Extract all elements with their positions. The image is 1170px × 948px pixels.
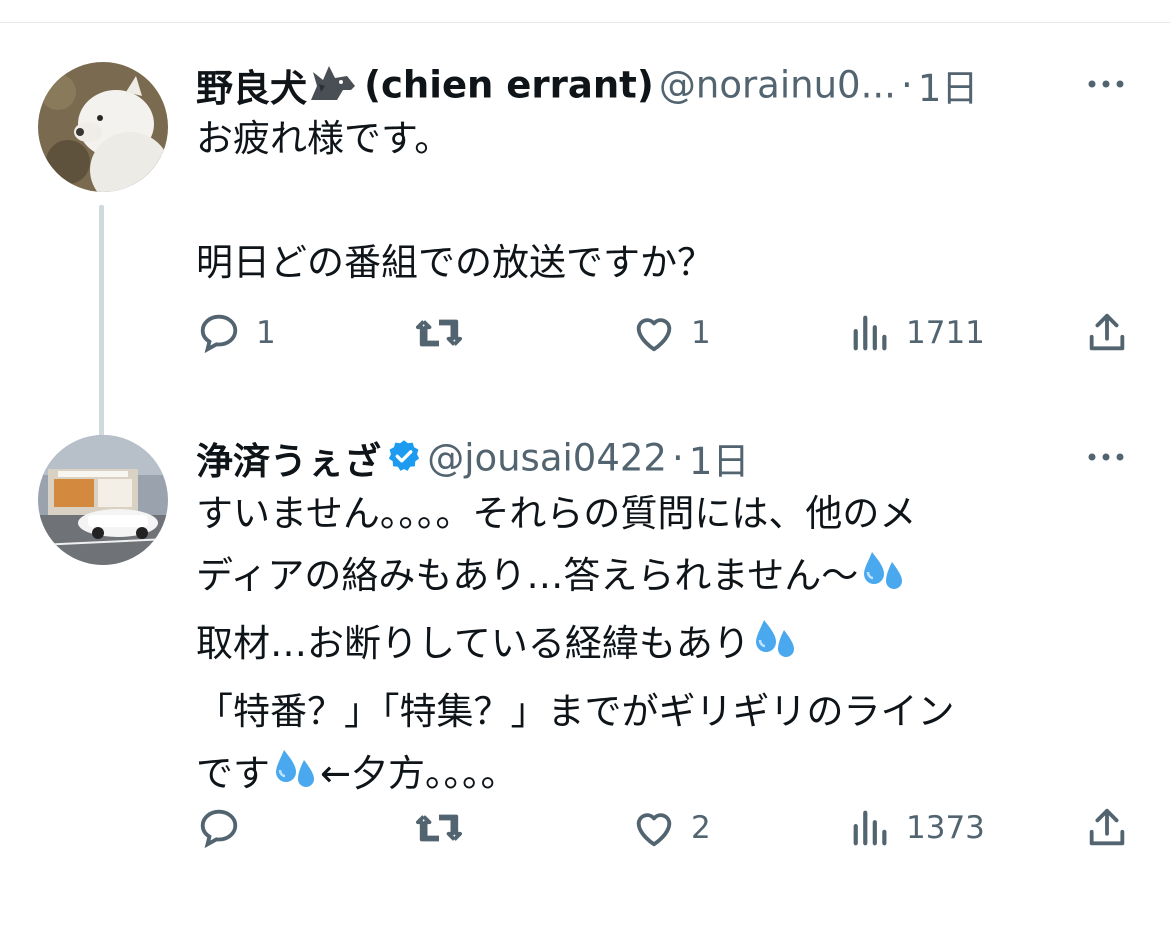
- reply-icon: [200, 314, 238, 354]
- views-button[interactable]: 1373: [850, 803, 985, 853]
- share-icon: [1089, 808, 1125, 846]
- views-count: 1711: [906, 315, 985, 351]
- tweet-text: すいません。。。。それらの質問には、他のメ ディアの絡みもあり…答えられません〜…: [196, 483, 1096, 811]
- share-button[interactable]: [1084, 803, 1130, 853]
- views-icon: [853, 810, 887, 846]
- separator-dot: ·: [900, 63, 913, 107]
- sweat-droplets-emoji-icon: [858, 548, 908, 613]
- retweet-button[interactable]: [414, 308, 478, 358]
- retweet-icon: [415, 814, 462, 842]
- share-button[interactable]: [1084, 308, 1130, 358]
- retweet-button[interactable]: [414, 803, 478, 853]
- reply-count: 1: [256, 315, 276, 351]
- timestamp[interactable]: 1日: [918, 67, 979, 110]
- user-handle[interactable]: @norainu0...: [659, 64, 896, 107]
- text-line: です: [196, 752, 270, 795]
- action-bar: 2 1373: [196, 803, 1130, 853]
- top-divider: [0, 22, 1170, 23]
- heart-icon: [636, 318, 672, 352]
- tweet-text: お疲れ様です。 明日どの番組での放送ですか？: [196, 117, 714, 284]
- avatar[interactable]: [38, 435, 168, 565]
- display-name-suffix: (chien errant): [364, 63, 654, 107]
- text-line: 「特番？」「特集？」までがギリギリのライン: [196, 690, 955, 733]
- like-count: 2: [691, 810, 711, 846]
- text-line: ←夕方。。。。: [320, 752, 518, 795]
- display-name[interactable]: 浄済うぇざ: [196, 440, 381, 483]
- like-button[interactable]: 2: [631, 803, 711, 853]
- sweat-droplets-emoji-icon: [270, 746, 320, 811]
- more-button[interactable]: [1082, 64, 1130, 104]
- wolf-emoji-icon: [307, 60, 359, 110]
- like-count: 1: [691, 315, 711, 351]
- tweet-header: 浄済うぇざ @jousai0422 · 1日: [196, 431, 1130, 491]
- text-line: ディアの絡みもあり…答えられません〜: [196, 554, 859, 597]
- verified-badge-icon: [386, 438, 422, 478]
- avatar[interactable]: [38, 62, 168, 192]
- reply-button[interactable]: [196, 803, 256, 853]
- tweet[interactable]: 野良犬 (chien errant) @norainu0... · 1日 お疲れ…: [0, 50, 1170, 473]
- tweet[interactable]: 浄済うぇざ @jousai0422 · 1日 すいません。。。。それらの質問には…: [0, 425, 1170, 925]
- views-icon: [853, 315, 887, 351]
- separator-dot: ·: [672, 436, 684, 480]
- text-line: 取材…お断りしている経緯もあり: [196, 622, 750, 665]
- share-icon: [1089, 313, 1125, 351]
- timestamp[interactable]: 1日: [689, 440, 750, 483]
- more-icon: [1088, 80, 1124, 88]
- retweet-icon: [415, 319, 462, 347]
- reply-icon: [200, 809, 238, 849]
- sweat-droplets-emoji-icon: [750, 616, 800, 681]
- reply-button[interactable]: 1: [196, 308, 276, 358]
- more-icon: [1088, 453, 1124, 461]
- display-name[interactable]: 野良犬: [196, 67, 307, 110]
- views-count: 1373: [906, 810, 985, 846]
- views-button[interactable]: 1711: [850, 308, 985, 358]
- more-button[interactable]: [1082, 437, 1130, 477]
- like-button[interactable]: 1: [631, 308, 711, 358]
- heart-icon: [636, 813, 672, 847]
- text-line: すいません。。。。それらの質問には、他のメ: [196, 492, 917, 535]
- action-bar: 1 1 1711: [196, 308, 1130, 358]
- user-handle[interactable]: @jousai0422: [427, 437, 667, 480]
